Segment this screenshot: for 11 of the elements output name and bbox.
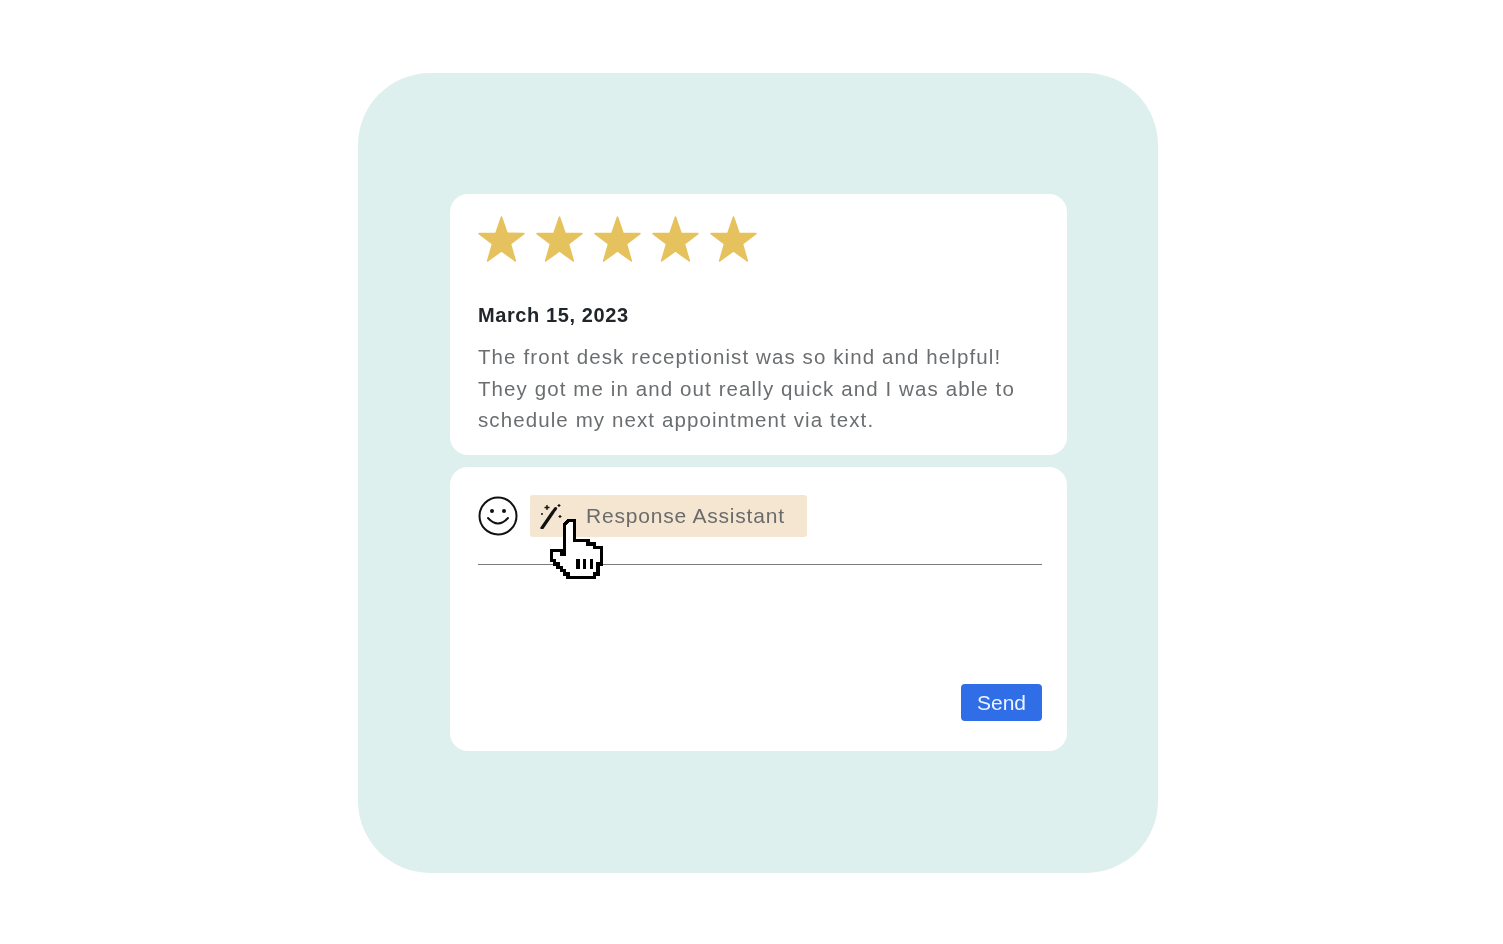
filled-star-icon (710, 216, 757, 263)
review-date: March 15, 2023 (478, 303, 630, 327)
filled-star-icon (594, 216, 641, 263)
filled-star-icon (536, 216, 583, 263)
review-text: The front desk receptionist was so kind and helpful! They got me in and out really quick and I was able to schedule my next appointment via text. (478, 344, 1016, 433)
filled-star-icon (652, 216, 699, 263)
send-button[interactable]: Send (961, 684, 1042, 721)
magic-wand-icon (538, 503, 564, 529)
filled-star-icon (478, 216, 525, 263)
smiley-icon[interactable] (478, 496, 518, 536)
response-assistant-button[interactable]: Response Assistant (530, 495, 807, 537)
